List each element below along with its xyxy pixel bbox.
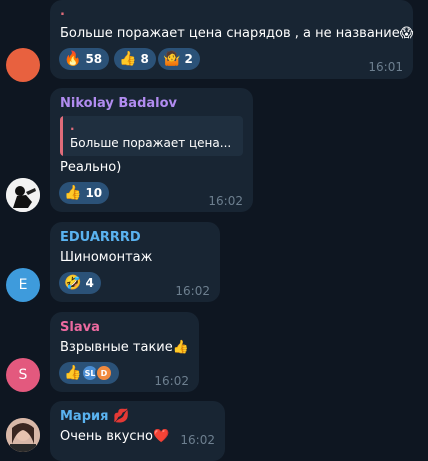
message-text: Реально) [60, 160, 122, 175]
avatar-letter: E [18, 277, 28, 293]
reply-sender: . [70, 119, 75, 133]
scared-face-icon: 😱 [399, 26, 414, 41]
reaction-count: 8 [140, 52, 149, 66]
sender-name[interactable]: Nikolay Badalov [60, 96, 177, 111]
avatar[interactable] [6, 418, 40, 452]
message-time: 16:02 [180, 433, 215, 447]
reactor-avatar: D [95, 364, 113, 382]
message-time: 16:02 [175, 284, 210, 298]
sender-name-text: Мария [60, 409, 109, 424]
avatar-letter: S [18, 367, 28, 383]
message-bubble[interactable]: Мария 💋 Очень вкусно❤️ 16:02 [50, 401, 225, 461]
reaction-thumbs-up[interactable]: 👍 8 [114, 48, 156, 70]
sender-name[interactable]: Slava [60, 320, 100, 335]
reply-text: Больше поражает цена... [70, 136, 232, 150]
sender-name[interactable]: EDUARRRD [60, 230, 141, 245]
message-text-content: Взрывные такие [60, 340, 173, 355]
fire-icon: 🔥 [64, 51, 82, 67]
message-bubble[interactable]: EDUARRRD Шиномонтаж 🤣 4 16:02 [50, 222, 220, 302]
reaction-thumbs-up[interactable]: 👍 10 [59, 182, 110, 204]
message-bubble[interactable]: Slava Взрывные такие👍 👍 SL D 16:02 [50, 312, 199, 392]
message-time: 16:01 [368, 60, 403, 74]
shrug-icon: 🤷 [163, 51, 181, 67]
avatar[interactable]: E [6, 268, 40, 302]
profile-photo-icon [6, 418, 40, 452]
message-text: Очень вкусно❤️ [60, 429, 169, 444]
kiss-mark-icon: 💋 [113, 409, 130, 424]
heart-icon: ❤️ [153, 429, 170, 444]
message-time: 16:02 [154, 374, 189, 388]
reaction-fire[interactable]: 🔥 58 [59, 48, 110, 70]
reaction-thumbs-up[interactable]: 👍 SL D [59, 362, 119, 384]
reaction-count: 2 [184, 52, 193, 66]
thumbs-up-icon: 👍 [64, 365, 82, 381]
profile-photo-icon [6, 178, 40, 212]
message-time: 16:02 [208, 194, 243, 208]
thumbs-up-icon: 👍 [64, 185, 82, 201]
avatar[interactable] [6, 178, 40, 212]
message-text: Больше поражает цена снарядов , а не наз… [60, 26, 413, 41]
thumbs-up-icon: 👍 [172, 340, 189, 355]
thumbs-up-icon: 👍 [119, 51, 137, 67]
reaction-rofl[interactable]: 🤣 4 [59, 272, 101, 294]
message-text: Взрывные такие👍 [60, 340, 189, 355]
sender-name[interactable]: Мария 💋 [60, 409, 129, 424]
reaction-shrug[interactable]: 🤷 2 [158, 48, 200, 70]
reaction-count: 58 [85, 52, 103, 66]
sender-name[interactable]: . [60, 4, 65, 19]
reply-bar [60, 116, 63, 156]
rofl-icon: 🤣 [64, 275, 82, 291]
message-text: Шиномонтаж [60, 250, 153, 265]
avatar[interactable] [6, 48, 40, 82]
message-bubble[interactable]: . Больше поражает цена снарядов , а не н… [50, 0, 413, 79]
reaction-count: 10 [85, 186, 103, 200]
message-bubble[interactable]: Nikolay Badalov . Больше поражает цена..… [50, 88, 253, 212]
message-text-content: Очень вкусно [60, 429, 154, 444]
message-text-content: Больше поражает цена снарядов , а не наз… [60, 26, 400, 41]
reaction-count: 4 [85, 276, 94, 290]
avatar[interactable]: S [6, 358, 40, 392]
reply-quote[interactable]: . Больше поражает цена... [60, 116, 243, 156]
